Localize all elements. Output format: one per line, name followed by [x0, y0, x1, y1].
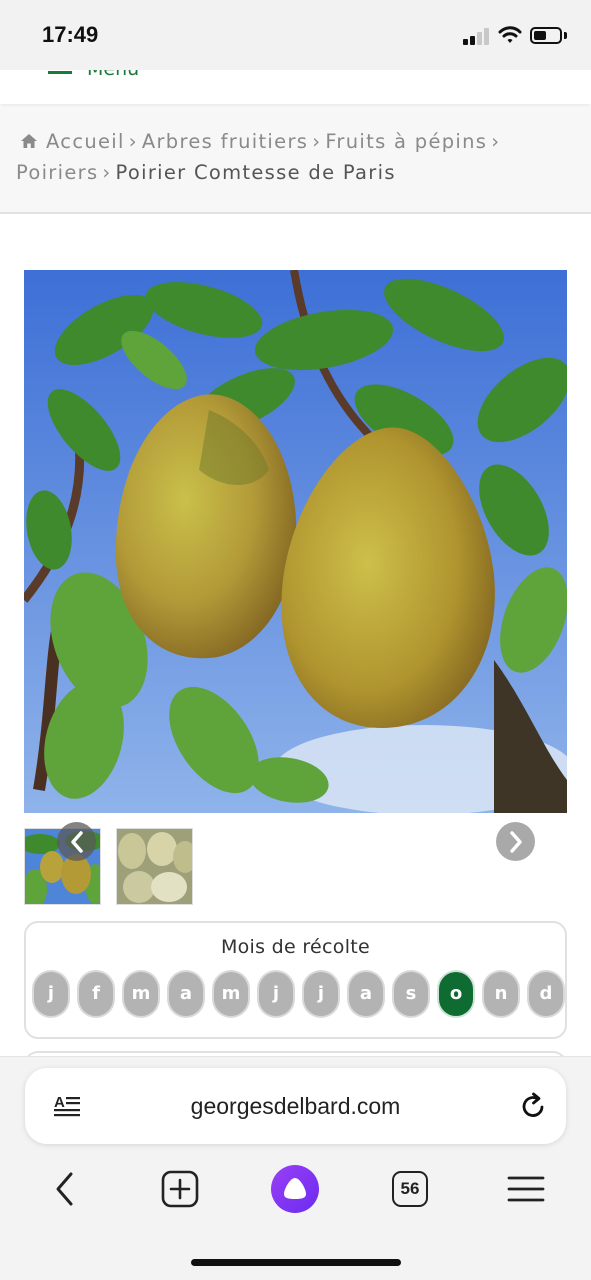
tabs-count-badge: 56	[392, 1171, 428, 1207]
cellular-signal-icon	[463, 27, 491, 45]
breadcrumb-item-poiriers[interactable]: Poiriers	[16, 161, 98, 184]
month-chip: m	[214, 972, 248, 1016]
hamburger-menu-icon	[507, 1176, 545, 1202]
tabs-count: 56	[400, 1179, 420, 1198]
reload-icon[interactable]	[520, 1092, 548, 1120]
battery-icon	[530, 27, 562, 44]
month-chip: a	[169, 972, 203, 1016]
plus-square-icon	[161, 1170, 199, 1208]
gallery-thumbnail[interactable]	[116, 828, 193, 905]
breadcrumb-item-fruits-a-pepins[interactable]: Fruits à pépins	[325, 130, 487, 153]
gallery-next-button[interactable]	[496, 822, 535, 861]
breadcrumb-separator: ›	[312, 130, 322, 153]
hamburger-icon[interactable]	[48, 70, 72, 74]
breadcrumb-separator: ›	[102, 161, 112, 184]
battery-cap	[564, 32, 567, 39]
month-chip: j	[304, 972, 338, 1016]
breadcrumb-item-arbres-fruitiers[interactable]: Arbres fruitiers	[142, 130, 308, 153]
back-button[interactable]	[46, 1165, 82, 1213]
url-text[interactable]: georgesdelbard.com	[0, 1093, 591, 1120]
month-chip: j	[34, 972, 68, 1016]
wifi-icon	[498, 26, 522, 43]
breadcrumb-separator: ›	[128, 130, 138, 153]
gallery-prev-button[interactable]	[57, 822, 96, 861]
tabs-button[interactable]: 56	[391, 1165, 429, 1213]
assistant-button[interactable]	[270, 1165, 320, 1213]
status-time: 17:49	[42, 22, 99, 47]
breadcrumb: Accueil › Arbres fruitiers › Fruits à pépins…	[16, 126, 576, 188]
site-header: Menu	[0, 70, 591, 104]
menu-label[interactable]: Menu	[87, 70, 139, 80]
browser-menu-button[interactable]	[506, 1165, 546, 1213]
harvest-title: Mois de récolte	[220, 936, 371, 958]
back-arrow-icon	[56, 1172, 73, 1206]
month-chip: n	[484, 972, 518, 1016]
breadcrumb-item-accueil[interactable]: Accueil	[46, 130, 125, 153]
alice-assistant-icon	[271, 1165, 319, 1213]
breadcrumb-current: Poirier Comtesse de Paris	[115, 161, 396, 184]
product-main-image[interactable]	[24, 270, 567, 813]
month-chip: f	[79, 972, 113, 1016]
home-icon[interactable]	[20, 133, 38, 149]
chevron-left-icon	[70, 830, 83, 853]
status-bar: 17:49	[0, 0, 591, 70]
month-chip: s	[394, 972, 428, 1016]
new-tab-button[interactable]	[161, 1165, 199, 1213]
month-chip: d	[529, 972, 563, 1016]
chevron-right-icon	[509, 830, 522, 853]
breadcrumb-separator: ›	[491, 130, 501, 153]
battery-level	[534, 31, 546, 40]
harvest-months-card: Mois de récolte jfmamjjasond	[24, 921, 567, 1039]
month-chip: o	[439, 972, 473, 1016]
month-chip: m	[124, 972, 158, 1016]
month-chip: a	[349, 972, 383, 1016]
home-indicator[interactable]	[191, 1259, 401, 1266]
month-chip: j	[259, 972, 293, 1016]
